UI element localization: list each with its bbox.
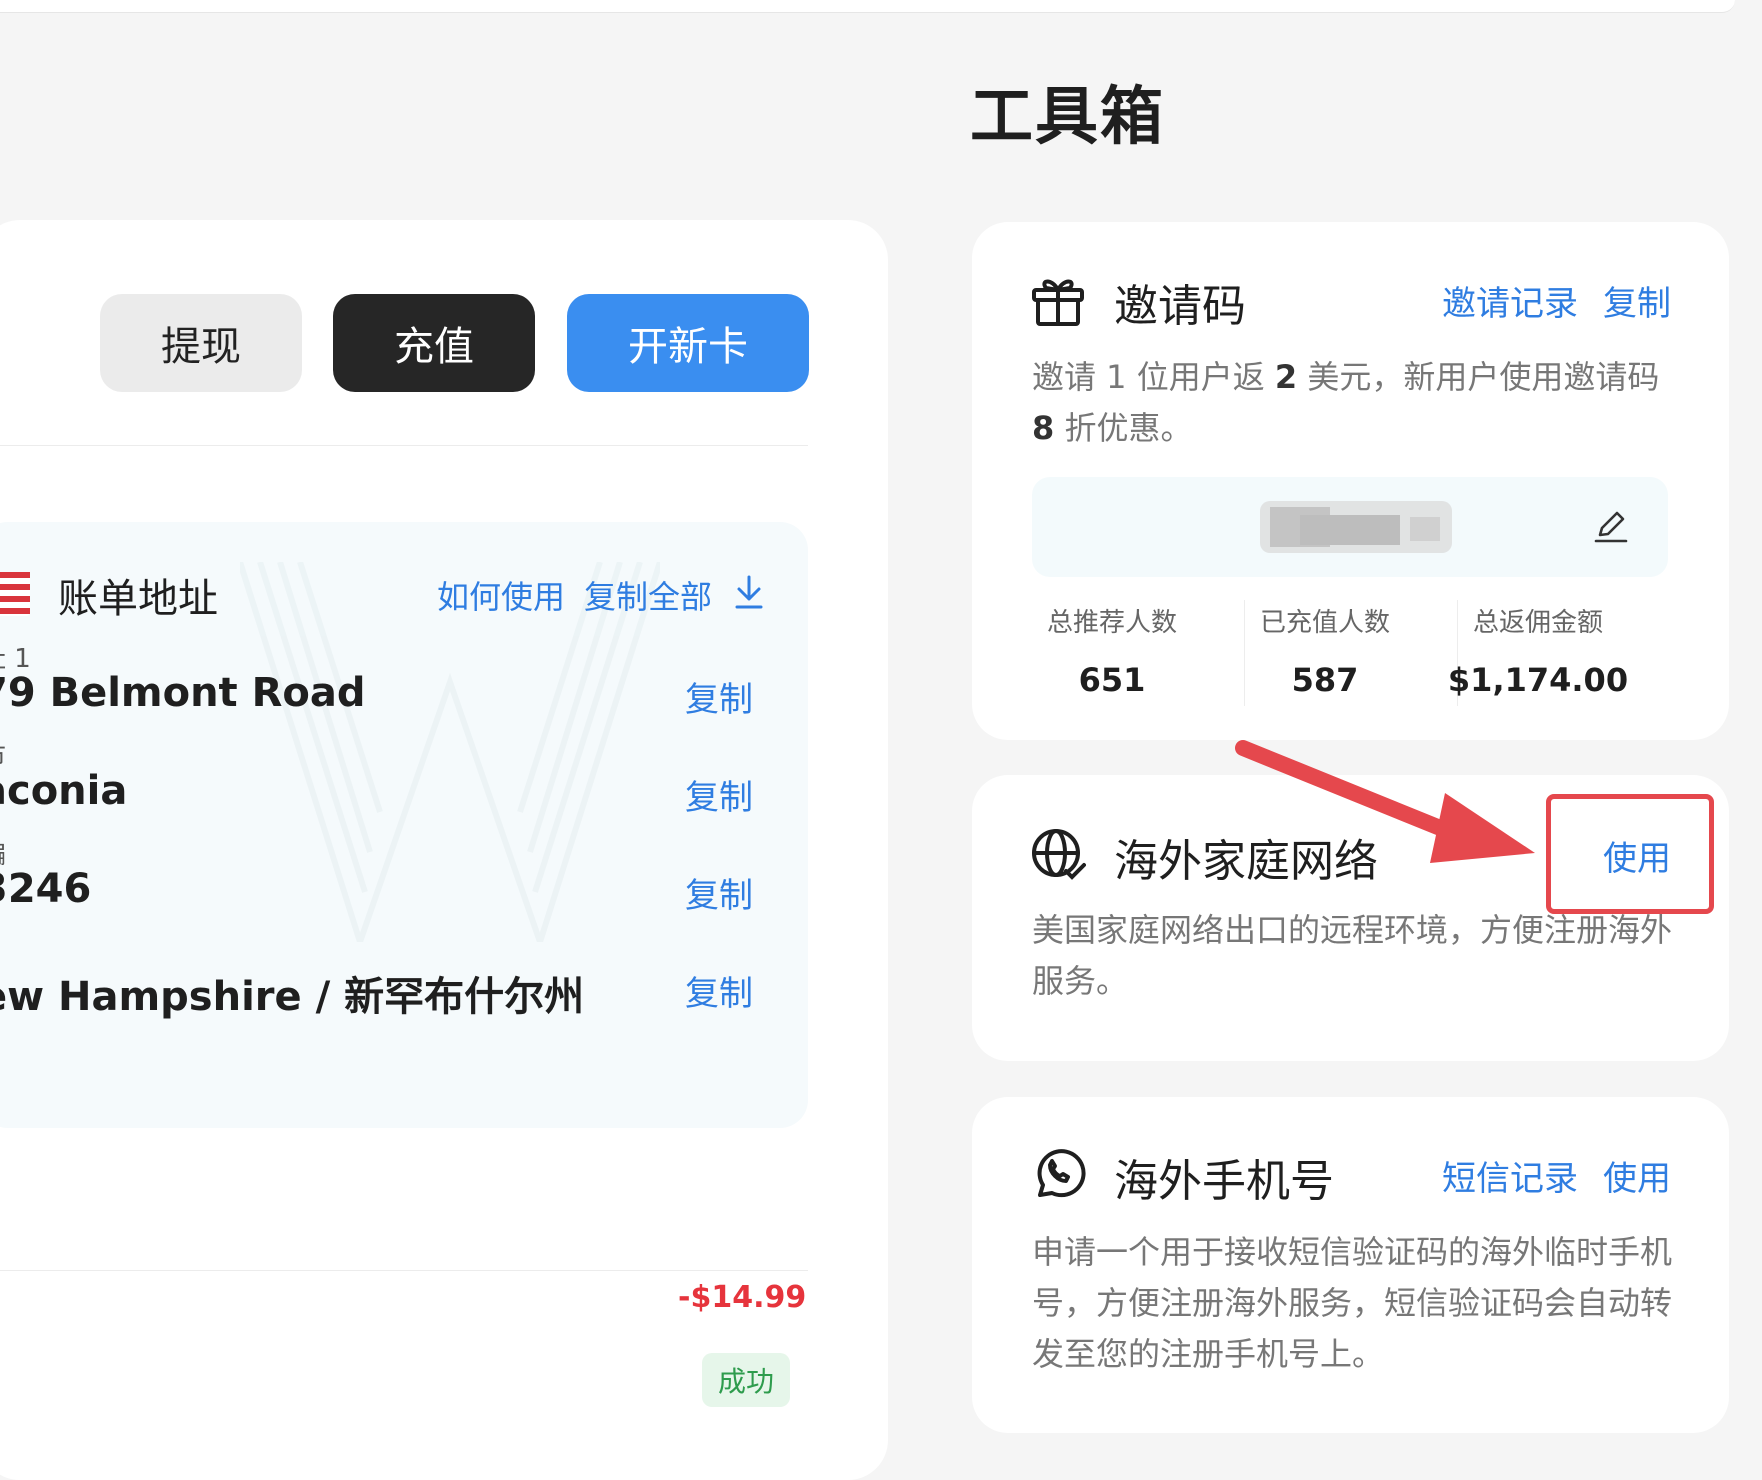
invite-card-title: 邀请码	[1114, 281, 1246, 332]
invite-code-card: 邀请码 邀请记录 复制 邀请 1 位用户返 2 美元，新用户使用邀请码 8 折优…	[972, 222, 1729, 740]
card-panel: 提现 充值 开新卡 账单地址 如何使用 复制全部 址 1 79 Belmont …	[0, 220, 888, 1480]
annotation-arrow-icon	[1235, 740, 1535, 863]
stat-value: 651	[1078, 661, 1146, 699]
billing-address-section: 账单地址 如何使用 复制全部 址 1 79 Belmont Road 复制 市 …	[0, 522, 808, 1128]
copy-all-link[interactable]: 复制全部	[584, 572, 712, 618]
copy-address1-link[interactable]: 复制	[685, 672, 753, 721]
stat-value: 587	[1291, 661, 1359, 699]
stat-recharged-users: 已充值人数 587	[1220, 602, 1430, 699]
field-value-city: aconia	[0, 768, 128, 814]
phone-description: 申请一个用于接收短信验证码的海外临时手机号，方便注册海外服务，短信验证码会自动转…	[1032, 1233, 1673, 1373]
new-card-button[interactable]: 开新卡	[567, 294, 809, 392]
transaction-amount: -$14.99	[678, 1280, 807, 1315]
copy-state-link[interactable]: 复制	[685, 966, 753, 1015]
globe-icon	[1032, 829, 1086, 880]
annotation-highlight-box	[1546, 794, 1714, 914]
invite-code-box[interactable]	[1032, 477, 1668, 577]
stat-label: 总返佣金额	[1472, 608, 1603, 638]
how-to-use-link[interactable]: 如何使用	[437, 572, 565, 618]
invite-desc-text: 邀请 1 位用户返	[1032, 358, 1275, 396]
network-description: 美国家庭网络出口的远程环境，方便注册海外服务。	[1032, 911, 1673, 1000]
recharge-button[interactable]: 充值	[333, 294, 535, 392]
phone-card-title: 海外手机号	[1114, 1156, 1334, 1207]
us-flag-icon	[0, 572, 30, 616]
copy-city-link[interactable]: 复制	[685, 770, 753, 819]
invite-reward-amount: 2	[1274, 358, 1298, 396]
pencil-icon[interactable]	[1592, 507, 1630, 545]
top-bar-edge	[0, 0, 1735, 13]
copy-zip-link[interactable]: 复制	[685, 868, 753, 917]
watermark-logo	[240, 562, 660, 942]
field-value-state: ew Hampshire / 新罕布什尔州	[0, 974, 585, 1020]
invite-discount: 8	[1032, 409, 1055, 447]
invite-desc-text: 美元，新用户使用邀请码	[1297, 358, 1660, 396]
stat-total-referrals: 总推荐人数 651	[1007, 602, 1217, 699]
field-value-address1: 79 Belmont Road	[0, 670, 366, 716]
invite-description: 邀请 1 位用户返 2 美元，新用户使用邀请码 8 折优惠。	[1032, 352, 1672, 454]
withdraw-button[interactable]: 提现	[100, 294, 302, 392]
phone-use-link[interactable]: 使用	[1603, 1151, 1671, 1200]
stat-label: 已充值人数	[1259, 608, 1390, 638]
whatsapp-phone-icon	[1037, 1149, 1086, 1198]
status-badge: 成功	[702, 1353, 790, 1407]
invite-desc-text: 折优惠。	[1054, 409, 1193, 447]
gift-icon	[1032, 279, 1084, 326]
divider	[0, 445, 808, 446]
sms-records-link[interactable]: 短信记录	[1442, 1151, 1578, 1200]
stat-label: 总推荐人数	[1046, 608, 1177, 638]
copy-invite-link[interactable]: 复制	[1603, 276, 1671, 325]
blurred-invite-code	[1260, 501, 1452, 553]
field-value-zip: 3246	[0, 866, 92, 912]
divider	[0, 1270, 808, 1271]
page-title: 工具箱	[970, 80, 1165, 153]
download-icon[interactable]	[734, 574, 764, 610]
overseas-phone-card: 海外手机号 短信记录 使用 申请一个用于接收短信验证码的海外临时手机号，方便注册…	[972, 1097, 1729, 1433]
billing-title: 账单地址	[58, 576, 218, 622]
invite-records-link[interactable]: 邀请记录	[1442, 276, 1578, 325]
stat-total-commission: 总返佣金额 $1,174.00	[1433, 602, 1643, 699]
stat-value: $1,174.00	[1447, 661, 1629, 699]
